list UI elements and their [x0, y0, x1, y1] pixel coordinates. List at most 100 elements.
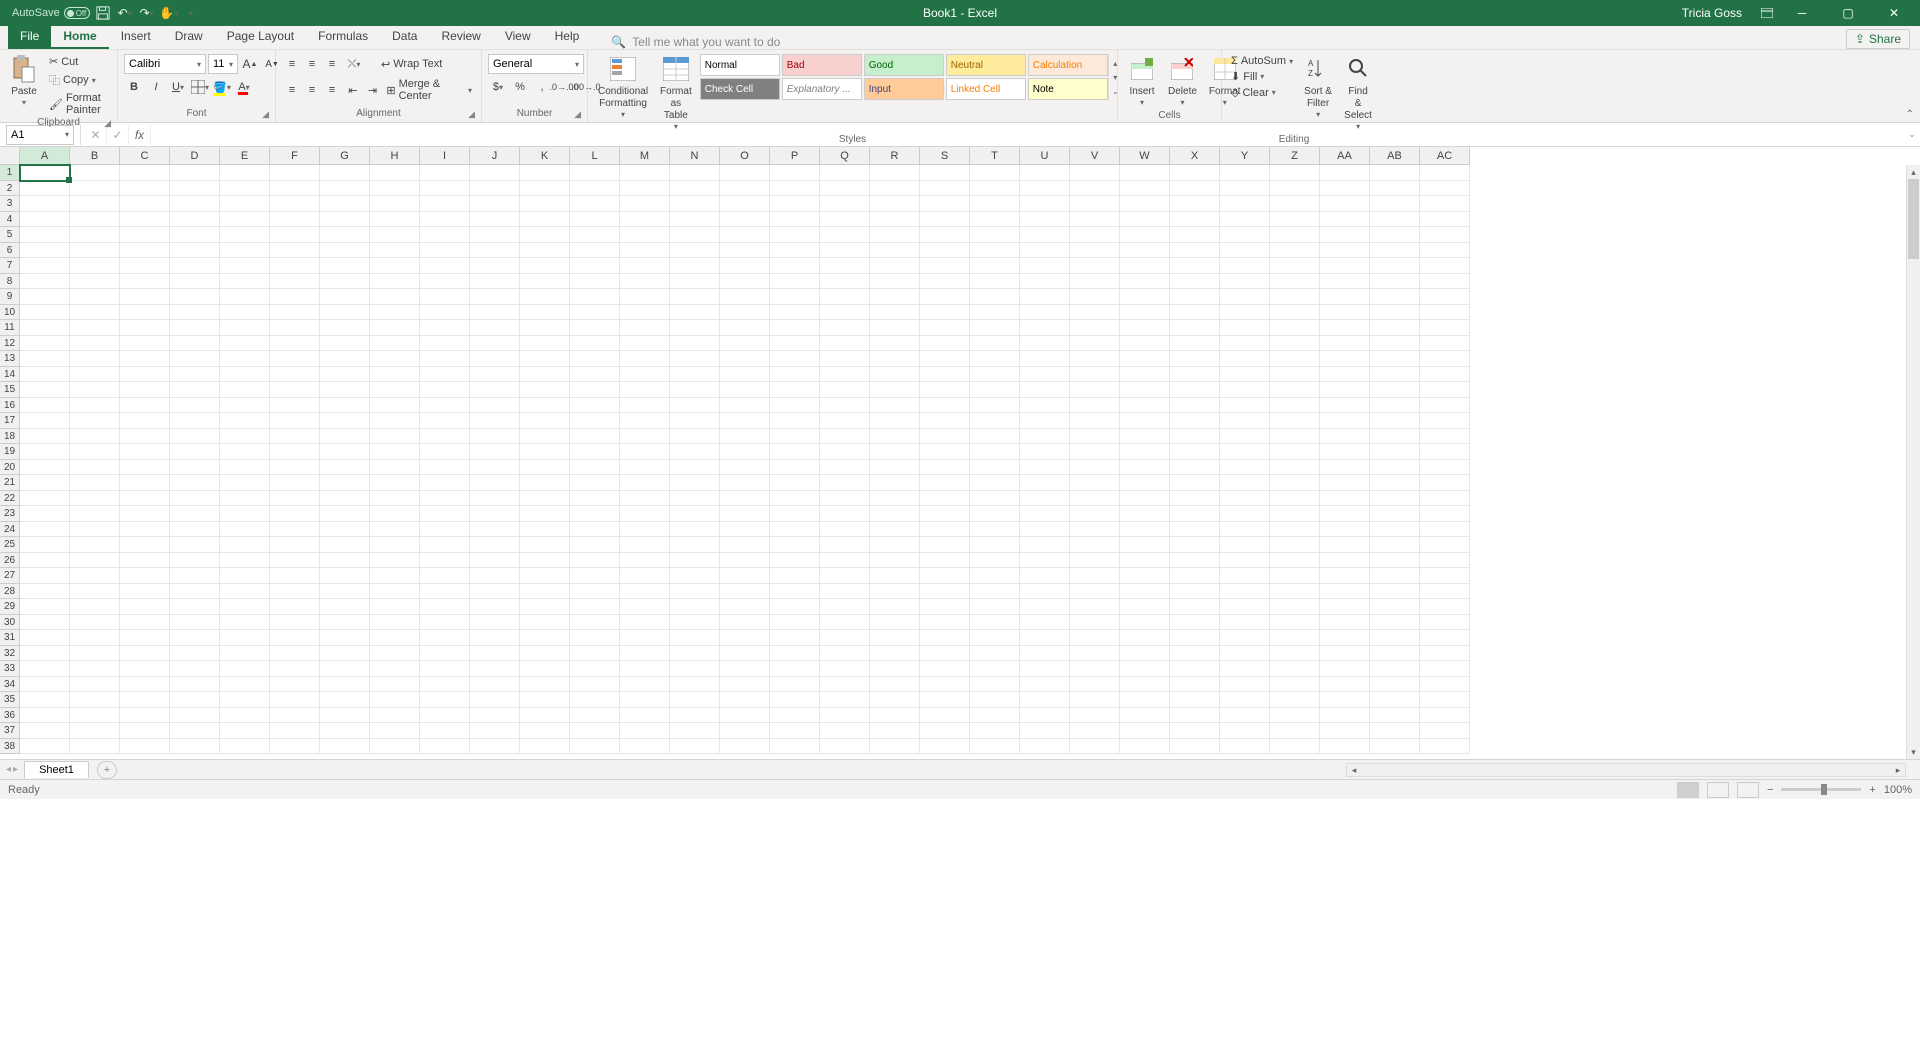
cell-P24[interactable] — [770, 522, 820, 538]
cell-W1[interactable] — [1120, 165, 1170, 181]
cell-B9[interactable] — [70, 289, 120, 305]
cell-H30[interactable] — [370, 615, 420, 631]
cell-R11[interactable] — [870, 320, 920, 336]
cell-A24[interactable] — [20, 522, 70, 538]
cell-AA36[interactable] — [1320, 708, 1370, 724]
cell-E10[interactable] — [220, 305, 270, 321]
col-header-S[interactable]: S — [920, 147, 970, 165]
cell-D30[interactable] — [170, 615, 220, 631]
cell-S5[interactable] — [920, 227, 970, 243]
cell-K10[interactable] — [520, 305, 570, 321]
format-painter-button[interactable]: 🖌Format Painter — [46, 91, 111, 117]
cell-J30[interactable] — [470, 615, 520, 631]
cell-AA13[interactable] — [1320, 351, 1370, 367]
cell-Z22[interactable] — [1270, 491, 1320, 507]
cell-W5[interactable] — [1120, 227, 1170, 243]
cell-F29[interactable] — [270, 599, 320, 615]
cell-I30[interactable] — [420, 615, 470, 631]
cell-P38[interactable] — [770, 739, 820, 755]
cell-O35[interactable] — [720, 692, 770, 708]
cell-U25[interactable] — [1020, 537, 1070, 553]
cell-B37[interactable] — [70, 723, 120, 739]
cell-S4[interactable] — [920, 212, 970, 228]
cell-W23[interactable] — [1120, 506, 1170, 522]
cell-X11[interactable] — [1170, 320, 1220, 336]
cell-S28[interactable] — [920, 584, 970, 600]
cell-R9[interactable] — [870, 289, 920, 305]
cell-U9[interactable] — [1020, 289, 1070, 305]
cell-B35[interactable] — [70, 692, 120, 708]
cell-R33[interactable] — [870, 661, 920, 677]
cell-L17[interactable] — [570, 413, 620, 429]
row-header-8[interactable]: 8 — [0, 274, 20, 290]
cell-E33[interactable] — [220, 661, 270, 677]
cell-C14[interactable] — [120, 367, 170, 383]
cell-AC21[interactable] — [1420, 475, 1470, 491]
cell-I31[interactable] — [420, 630, 470, 646]
cell-W18[interactable] — [1120, 429, 1170, 445]
cell-J4[interactable] — [470, 212, 520, 228]
cell-E20[interactable] — [220, 460, 270, 476]
cell-R10[interactable] — [870, 305, 920, 321]
cell-G1[interactable] — [320, 165, 370, 181]
cell-T23[interactable] — [970, 506, 1020, 522]
cell-T26[interactable] — [970, 553, 1020, 569]
cell-X9[interactable] — [1170, 289, 1220, 305]
cell-Y6[interactable] — [1220, 243, 1270, 259]
cell-F16[interactable] — [270, 398, 320, 414]
cell-D38[interactable] — [170, 739, 220, 755]
cell-Y31[interactable] — [1220, 630, 1270, 646]
cell-AA15[interactable] — [1320, 382, 1370, 398]
alignment-launcher[interactable]: ◢ — [468, 109, 475, 120]
cell-J20[interactable] — [470, 460, 520, 476]
cell-J38[interactable] — [470, 739, 520, 755]
cell-R28[interactable] — [870, 584, 920, 600]
scroll-right-arrow[interactable]: ▸ — [1891, 765, 1905, 776]
cell-AC22[interactable] — [1420, 491, 1470, 507]
cell-D14[interactable] — [170, 367, 220, 383]
cell-V5[interactable] — [1070, 227, 1120, 243]
cell-U28[interactable] — [1020, 584, 1070, 600]
cell-G32[interactable] — [320, 646, 370, 662]
cell-D7[interactable] — [170, 258, 220, 274]
cell-D5[interactable] — [170, 227, 220, 243]
cell-E7[interactable] — [220, 258, 270, 274]
save-icon[interactable] — [94, 4, 112, 22]
cell-V2[interactable] — [1070, 181, 1120, 197]
cell-AC4[interactable] — [1420, 212, 1470, 228]
cell-A19[interactable] — [20, 444, 70, 460]
clipboard-launcher[interactable]: ◢ — [104, 118, 111, 129]
cell-F15[interactable] — [270, 382, 320, 398]
cell-P5[interactable] — [770, 227, 820, 243]
cell-W24[interactable] — [1120, 522, 1170, 538]
cell-T10[interactable] — [970, 305, 1020, 321]
cell-F13[interactable] — [270, 351, 320, 367]
cell-AB28[interactable] — [1370, 584, 1420, 600]
cell-B25[interactable] — [70, 537, 120, 553]
cell-G28[interactable] — [320, 584, 370, 600]
cell-Y29[interactable] — [1220, 599, 1270, 615]
cell-S17[interactable] — [920, 413, 970, 429]
cell-X18[interactable] — [1170, 429, 1220, 445]
cell-W4[interactable] — [1120, 212, 1170, 228]
cell-Q15[interactable] — [820, 382, 870, 398]
cell-Y28[interactable] — [1220, 584, 1270, 600]
cell-M27[interactable] — [620, 568, 670, 584]
cell-O37[interactable] — [720, 723, 770, 739]
cell-K38[interactable] — [520, 739, 570, 755]
style-bad[interactable]: Bad — [782, 54, 862, 76]
zoom-out-button[interactable]: − — [1767, 784, 1773, 796]
cell-E31[interactable] — [220, 630, 270, 646]
cell-X23[interactable] — [1170, 506, 1220, 522]
cell-K8[interactable] — [520, 274, 570, 290]
row-header-2[interactable]: 2 — [0, 181, 20, 197]
row-header-4[interactable]: 4 — [0, 212, 20, 228]
cell-C4[interactable] — [120, 212, 170, 228]
cell-M1[interactable] — [620, 165, 670, 181]
cell-O9[interactable] — [720, 289, 770, 305]
cell-H14[interactable] — [370, 367, 420, 383]
cell-AA24[interactable] — [1320, 522, 1370, 538]
cell-G37[interactable] — [320, 723, 370, 739]
cell-Z38[interactable] — [1270, 739, 1320, 755]
style-linked-cell[interactable]: Linked Cell — [946, 78, 1026, 100]
